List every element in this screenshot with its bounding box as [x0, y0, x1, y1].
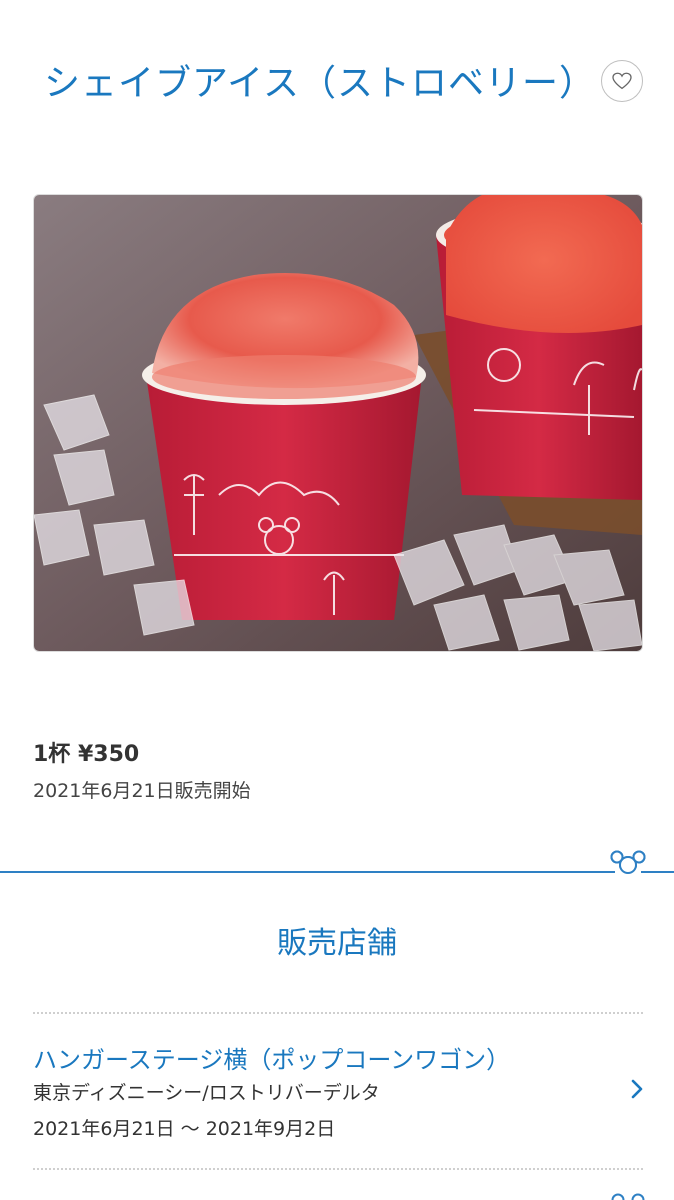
- store-period: 2021年6月21日 〜 2021年9月2日: [33, 1118, 336, 1140]
- store-name: ハンガーステージ横（ポップコーンワゴン）: [33, 1046, 511, 1074]
- store-area: 東京ディズニーシー/ロストリバーデルタ: [33, 1082, 380, 1104]
- store-list-item[interactable]: ハンガーステージ横（ポップコーンワゴン） 東京ディズニーシー/ロストリバーデルタ…: [0, 1014, 674, 1164]
- product-image: [33, 194, 643, 652]
- mickey-icon: [611, 1193, 645, 1200]
- mickey-icon-overlay: [610, 850, 646, 876]
- chevron-right-icon: [631, 1079, 643, 1099]
- heart-outline-icon: [612, 72, 632, 90]
- page-title: シェイブアイス（ストロベリー）: [43, 63, 597, 104]
- stores-section-title: 販売店舗: [277, 926, 397, 961]
- release-date: 2021年6月21日販売開始: [33, 780, 251, 802]
- section-divider: [0, 871, 674, 873]
- price: 1杯 ¥350: [33, 742, 140, 767]
- list-divider: [33, 1168, 643, 1170]
- favorite-button[interactable]: [601, 60, 643, 102]
